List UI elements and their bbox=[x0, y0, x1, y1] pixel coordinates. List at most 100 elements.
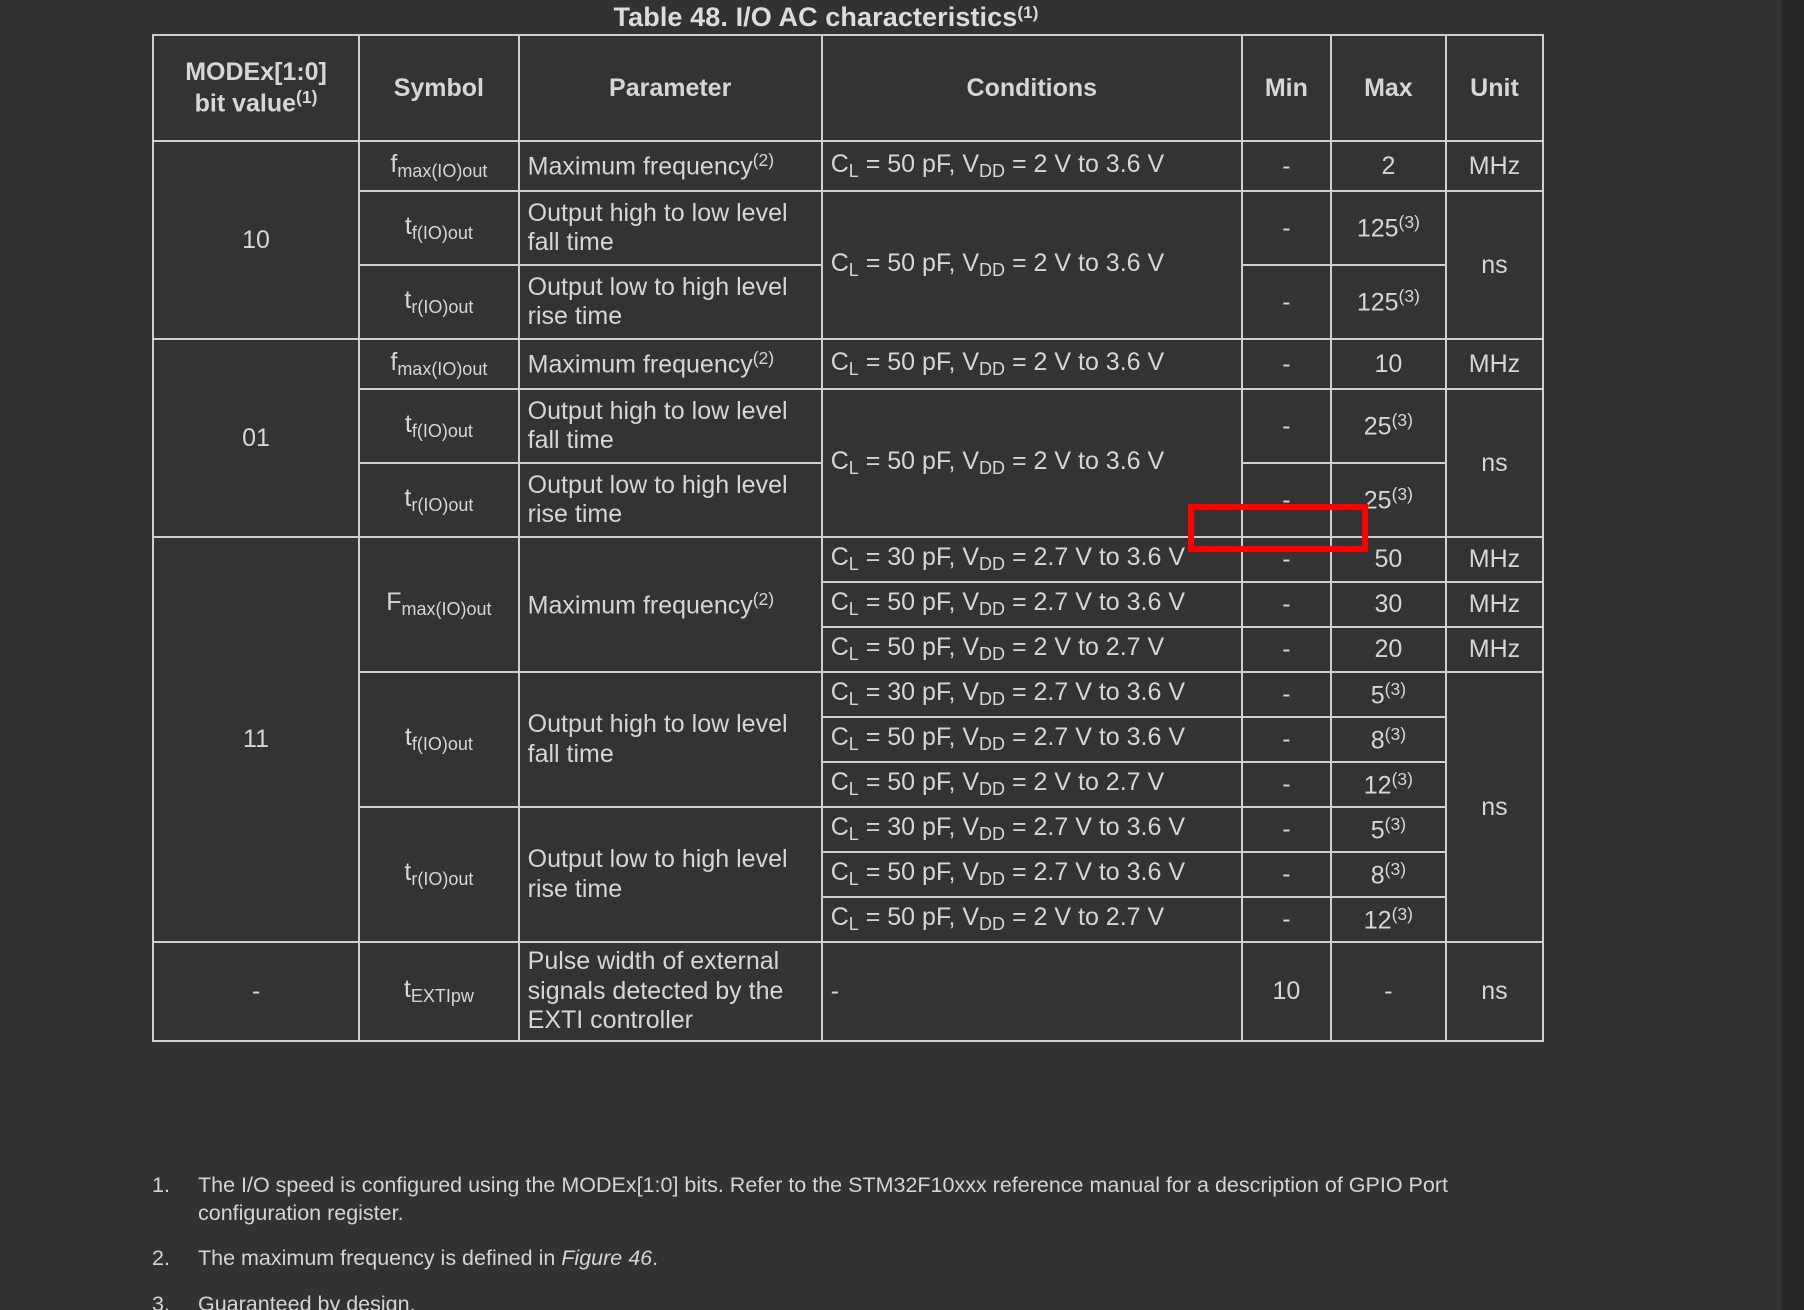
table-row: tf(IO)out Output high to low level fall … bbox=[153, 190, 1545, 340]
cell-symbol-tr-11: tr(IO)out bbox=[358, 806, 520, 943]
column-header-symbol: Symbol bbox=[358, 34, 520, 142]
cl-subscript: L bbox=[848, 869, 859, 890]
page-right-gutter bbox=[1782, 0, 1804, 1310]
page-content: Table 48. I/O AC characteristics(1) MODE… bbox=[0, 0, 1782, 1310]
cell-max-11-freq-30-highlighted: 50 bbox=[1329, 536, 1447, 583]
max-footnote-ref: (3) bbox=[1391, 484, 1413, 505]
cell-symbol-fmax-01: fmax(IO)out bbox=[358, 338, 520, 390]
cell-symbol-tf-10: tf(IO)out bbox=[358, 190, 520, 266]
document-page: Table 48. I/O AC characteristics(1) MODE… bbox=[0, 0, 1804, 1310]
cell-unit-01-ns: ns bbox=[1444, 388, 1545, 538]
cell-cond-01-times: CL = 50 pF, VDD = 2 V to 3.6 V bbox=[820, 388, 1243, 538]
cell-min-11-rise-50-2: - bbox=[1240, 896, 1332, 943]
cell-cond-11-freq-50-2: CL = 50 pF, VDD = 2 V to 2.7 V bbox=[820, 626, 1243, 673]
cell-mode-11: 11 bbox=[151, 536, 361, 943]
vdd-value: 2.7 V to 3.6 V bbox=[1033, 588, 1186, 617]
cell-symbol-tr-01: tr(IO)out bbox=[358, 462, 520, 538]
cell-symbol-tf-01: tf(IO)out bbox=[358, 388, 520, 464]
max-footnote-ref: (3) bbox=[1384, 678, 1407, 699]
cell-unit-11-freq-30-highlighted: MHz bbox=[1444, 536, 1545, 583]
cl-subscript: L bbox=[848, 359, 859, 380]
cell-param-risetime-10: Output low to high level rise time bbox=[517, 264, 823, 340]
max-value: 125 bbox=[1356, 288, 1399, 317]
cell-symbol-tf-11: tf(IO)out bbox=[358, 671, 520, 808]
vdd-subscript: DD bbox=[979, 824, 1006, 845]
cell-cond-11-fall-50-2: CL = 50 pF, VDD = 2 V to 2.7 V bbox=[820, 761, 1243, 808]
cell-min-11-freq-30: - bbox=[1240, 536, 1332, 583]
table-row: tf(IO)out Output high to low level fall … bbox=[153, 388, 1545, 538]
footnote-figure-ref: Figure 46 bbox=[561, 1246, 653, 1271]
cl-subscript: L bbox=[848, 161, 859, 182]
table-title-footnote-ref: (1) bbox=[1017, 2, 1039, 22]
column-header-mode: MODEx[1:0] bit value(1) bbox=[151, 34, 361, 142]
cell-max-11-rise-50-2: 12(3) bbox=[1329, 896, 1447, 943]
cell-max-11-rise-50-27: 8(3) bbox=[1329, 851, 1447, 898]
cell-mode-none: - bbox=[151, 941, 361, 1042]
cl-value: 50 pF bbox=[887, 633, 949, 662]
cell-mode-01: 01 bbox=[151, 338, 361, 538]
cell-min-11-rise-50-27: - bbox=[1240, 851, 1332, 898]
cell-cond-11-fall-30: CL = 30 pF, VDD = 2.7 V to 3.6 V bbox=[820, 671, 1243, 718]
footnote-text: The I/O speed is configured using the MO… bbox=[198, 1173, 1448, 1225]
cell-unit-11-ns: ns bbox=[1444, 671, 1545, 943]
symbol-base: t bbox=[403, 975, 411, 1004]
cl-value: 50 pF bbox=[887, 858, 949, 887]
cell-param-maxfreq-10: Maximum frequency(2) bbox=[517, 140, 823, 192]
cell-unit-11-freq-50-2: MHz bbox=[1444, 626, 1545, 673]
vdd-subscript: DD bbox=[979, 599, 1006, 620]
table-container: MODEx[1:0] bit value(1) Symbol Parameter… bbox=[151, 34, 1545, 1042]
column-header-parameter: Parameter bbox=[517, 34, 823, 142]
cell-unit-10-ns: ns bbox=[1444, 190, 1545, 340]
io-ac-characteristics-table: MODEx[1:0] bit value(1) Symbol Parameter… bbox=[151, 34, 1545, 1042]
max-value: 8 bbox=[1370, 726, 1385, 755]
cell-max-11-fall-50-27: 8(3) bbox=[1329, 716, 1447, 763]
symbol-subscript: r(IO)out bbox=[411, 495, 474, 516]
symbol-subscript: max(IO)out bbox=[397, 359, 488, 380]
cell-max-10-freq: 2 bbox=[1329, 140, 1447, 192]
footnote-item: 3. Guaranteed by design. bbox=[152, 1291, 1552, 1310]
max-value: 12 bbox=[1363, 771, 1392, 800]
symbol-base: F bbox=[386, 588, 402, 617]
footnote-item: 1. The I/O speed is configured using the… bbox=[152, 1172, 1552, 1227]
vdd-value: 2 V to 3.6 V bbox=[1033, 248, 1165, 277]
vdd-value: 2 V to 3.6 V bbox=[1033, 149, 1165, 178]
cell-symbol-fmax-10: fmax(IO)out bbox=[358, 140, 520, 192]
cell-max-11-rise-30: 5(3) bbox=[1329, 806, 1447, 853]
vdd-value: 2.7 V to 3.6 V bbox=[1033, 813, 1186, 842]
cell-param-falltime-01: Output high to low level fall time bbox=[517, 388, 823, 464]
column-header-max: Max bbox=[1329, 34, 1447, 142]
cell-min-11-freq-50-27: - bbox=[1240, 581, 1332, 628]
footnote-text-after: . bbox=[652, 1246, 659, 1271]
cl-subscript: L bbox=[848, 914, 859, 935]
cell-cond-11-rise-50-2: CL = 50 pF, VDD = 2 V to 2.7 V bbox=[820, 896, 1243, 943]
footnotes-list: 1. The I/O speed is configured using the… bbox=[152, 1172, 1552, 1310]
cell-max-01-rise: 25(3) bbox=[1329, 462, 1447, 538]
cell-min-extipw: 10 bbox=[1240, 941, 1332, 1042]
table-row: 01 fmax(IO)out Maximum frequency(2) CL =… bbox=[151, 338, 1545, 538]
cell-param-extipw: Pulse width of external signals detected… bbox=[517, 941, 823, 1042]
vdd-subscript: DD bbox=[979, 161, 1006, 182]
footnote-number: 3. bbox=[152, 1291, 170, 1310]
cell-param-maxfreq-11: Maximum frequency(2) bbox=[517, 536, 823, 673]
max-footnote-ref: (3) bbox=[1391, 410, 1413, 431]
header-row: MODEx[1:0] bit value(1) Symbol Parameter… bbox=[151, 34, 1545, 142]
mode-header-line1: MODEx[1:0] bbox=[185, 57, 327, 86]
cell-param-risetime-11: Output low to high level rise time bbox=[517, 806, 823, 943]
cell-param-maxfreq-01: Maximum frequency(2) bbox=[517, 338, 823, 390]
symbol-subscript: f(IO)out bbox=[411, 734, 473, 755]
cell-cond-10-times: CL = 50 pF, VDD = 2 V to 3.6 V bbox=[820, 190, 1243, 340]
cell-min-01-rise: - bbox=[1240, 462, 1332, 538]
cl-value: 30 pF bbox=[887, 813, 949, 842]
cell-cond-01-freq: CL = 50 pF, VDD = 2 V to 3.6 V bbox=[820, 338, 1243, 390]
cl-value: 50 pF bbox=[887, 903, 949, 932]
max-value: 12 bbox=[1363, 906, 1392, 935]
cell-unit-11-freq-50-27: MHz bbox=[1444, 581, 1545, 628]
vdd-subscript: DD bbox=[979, 554, 1006, 575]
vdd-subscript: DD bbox=[979, 458, 1006, 479]
cell-min-10-freq: - bbox=[1240, 140, 1332, 192]
cl-value: 30 pF bbox=[887, 678, 949, 707]
cell-min-11-fall-50-27: - bbox=[1240, 716, 1332, 763]
max-footnote-ref: (3) bbox=[1398, 286, 1420, 307]
max-value: 8 bbox=[1370, 861, 1385, 890]
cl-subscript: L bbox=[848, 644, 859, 665]
